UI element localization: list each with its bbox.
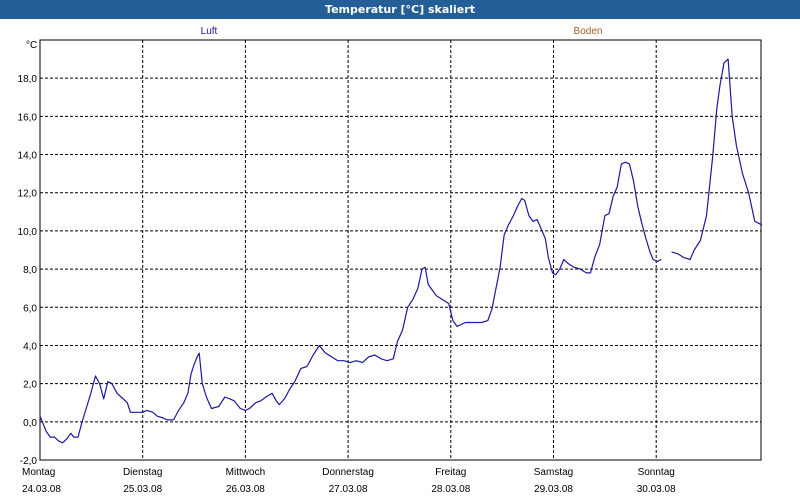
y-tick-label: 4,0	[23, 341, 37, 352]
series-line-luft	[671, 58, 763, 261]
y-tick-label: 16,0	[18, 112, 38, 123]
temperature-chart: -2,0 0,0 2,0 4,0 6,0 8,0 10,0 12,0 14,0 16,0 18,0 M…	[18, 26, 763, 495]
x-date-label: 30.03.08	[637, 484, 676, 495]
x-date-label: 24.03.08	[22, 484, 61, 495]
x-date-label: 27.03.08	[329, 484, 368, 495]
legend-luft: Luft	[201, 26, 218, 37]
legend-boden: Boden	[574, 26, 603, 37]
x-day-label: Freitag	[435, 467, 466, 478]
x-date-label: 26.03.08	[226, 484, 265, 495]
x-day-label: Samstag	[534, 467, 573, 478]
y-tick-label: 18,0	[18, 74, 38, 85]
y-tick-label: 12,0	[18, 189, 38, 200]
y-tick-label: 0,0	[23, 418, 37, 429]
x-day-label: Donnerstag	[322, 467, 374, 478]
y-tick-label: 10,0	[18, 227, 38, 238]
y-tick-label: 6,0	[23, 303, 37, 314]
x-date-label: 28.03.08	[431, 484, 470, 495]
plot-area	[39, 39, 762, 461]
y-tick-label: -2,0	[20, 456, 38, 467]
x-date-label: 29.03.08	[534, 484, 573, 495]
y-axis-unit: °C	[26, 40, 37, 51]
x-date-label: 25.03.08	[123, 484, 162, 495]
x-day-label: Mittwoch	[226, 467, 265, 478]
x-day-label: Montag	[22, 467, 55, 478]
y-tick-label: 14,0	[18, 151, 38, 162]
x-day-label: Sonntag	[638, 467, 675, 478]
y-tick-label: 2,0	[23, 380, 37, 391]
y-tick-label: 8,0	[23, 265, 37, 276]
window-title: Temperatur [°C] skaliert	[0, 0, 800, 19]
grid-lines	[40, 40, 761, 461]
axis-labels: -2,0 0,0 2,0 4,0 6,0 8,0 10,0 12,0 14,0 16,0 18,0 M…	[18, 74, 677, 495]
series-line-luft	[39, 161, 662, 444]
x-day-label: Dienstag	[123, 467, 162, 478]
